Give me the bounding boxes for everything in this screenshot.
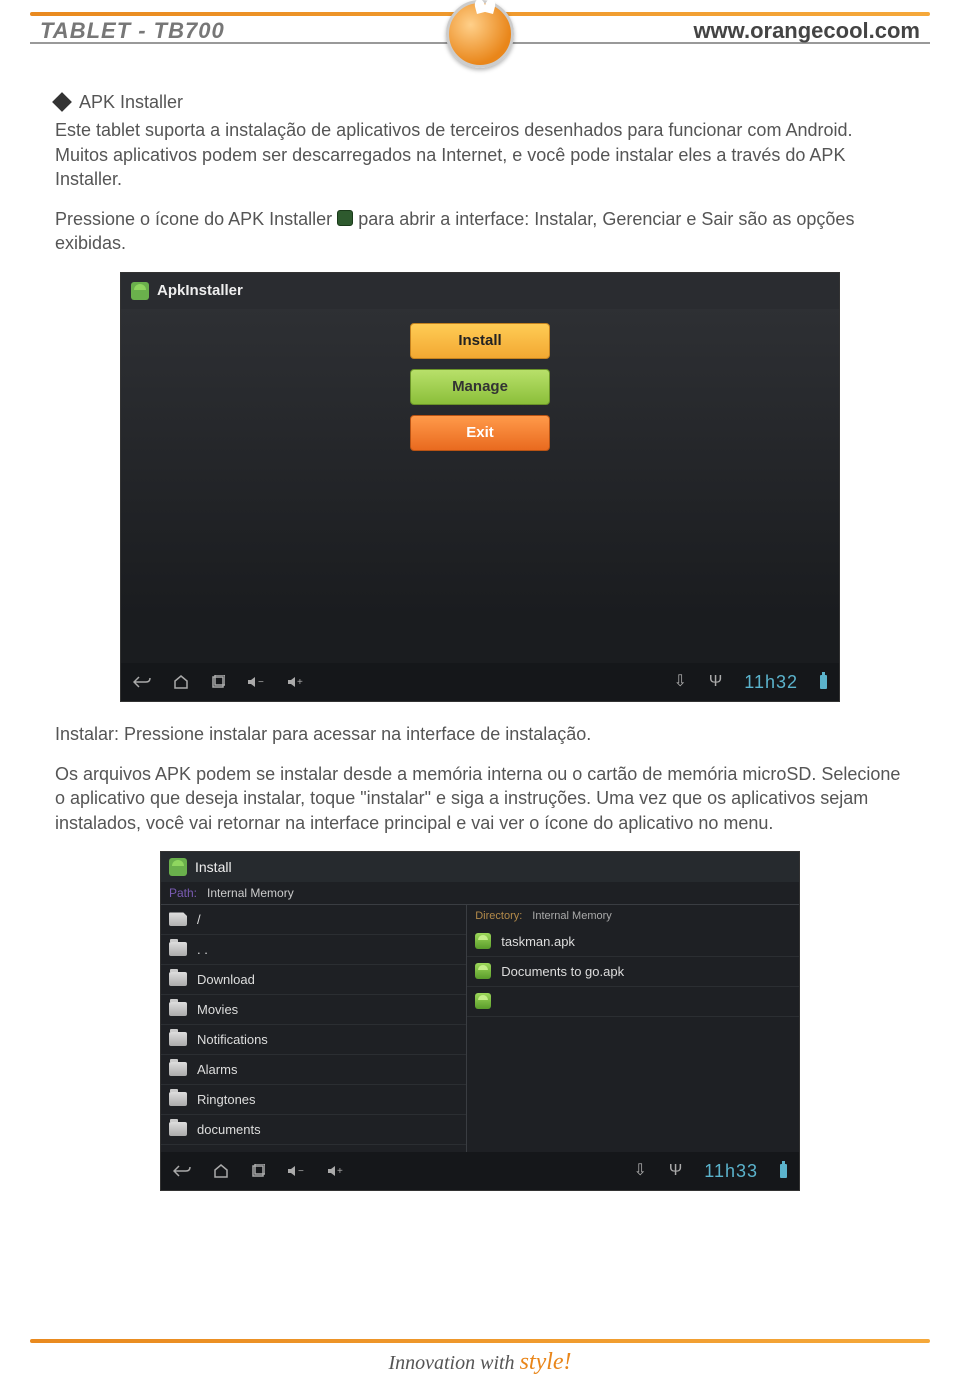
install-button[interactable]: Install: [410, 323, 550, 359]
back-icon[interactable]: [173, 1164, 191, 1178]
apk-installer-icon: [337, 210, 353, 226]
app-header: ApkInstaller: [121, 273, 839, 309]
apkinstaller-screenshot: ApkInstaller Install Manage Exit − + ⇩ Ψ…: [120, 272, 840, 702]
list-item[interactable]: Documents to go.apk: [467, 957, 799, 987]
footer-slogan: Innovation with style!: [0, 1349, 960, 1376]
android-icon: [131, 282, 149, 300]
svg-text:+: +: [337, 1166, 343, 1177]
install-header: Install: [161, 852, 799, 882]
orange-logo-icon: [446, 0, 514, 68]
svg-text:+: +: [297, 677, 303, 688]
directory-value: Internal Memory: [532, 909, 611, 924]
android-icon: [169, 858, 187, 876]
volume-up-icon[interactable]: +: [327, 1164, 345, 1178]
list-item[interactable]: taskman.apk: [467, 927, 799, 957]
footer-line: [30, 1339, 930, 1343]
volume-down-icon[interactable]: −: [247, 675, 265, 689]
list-item[interactable]: Movies: [161, 995, 466, 1025]
path-bar: Path: Internal Memory: [161, 882, 799, 904]
volume-down-icon[interactable]: −: [287, 1164, 305, 1178]
press-text-pre: Pressione o ícone do APK Installer: [55, 209, 337, 229]
home-icon[interactable]: [173, 675, 189, 689]
clock-display: 11h33: [704, 1159, 758, 1183]
website-url: www.orangecool.com: [693, 18, 920, 44]
back-icon[interactable]: [133, 675, 151, 689]
svg-text:−: −: [258, 677, 264, 688]
list-item[interactable]: Download: [161, 965, 466, 995]
battery-icon: [820, 675, 827, 689]
usb-icon: Ψ: [709, 671, 722, 693]
file-list: Directory: Internal Memory taskman.apk D…: [467, 905, 799, 1156]
usb-icon: Ψ: [669, 1160, 682, 1182]
install-title: Install: [195, 858, 232, 877]
page-footer: Innovation with style!: [0, 1339, 960, 1376]
folder-icon: [169, 1092, 187, 1106]
system-navbar: − + ⇩ Ψ 11h33: [161, 1152, 799, 1190]
document-body: APK Installer Este tablet suporta a inst…: [0, 70, 960, 1191]
folder-icon: [169, 942, 187, 956]
list-item[interactable]: Notifications: [161, 1025, 466, 1055]
directory-list: / . . Download Movies Notifications Alar…: [161, 905, 467, 1156]
apk-description: Os arquivos APK podem se instalar desde …: [55, 762, 905, 835]
download-status-icon: ⇩: [634, 1160, 647, 1182]
install-description: Instalar: Pressione instalar para acessa…: [55, 722, 905, 746]
page-header: TABLET - TB700 www.orangecool.com: [0, 6, 960, 70]
manage-button[interactable]: Manage: [410, 369, 550, 405]
volume-up-icon[interactable]: +: [287, 675, 305, 689]
sd-card-icon: [169, 912, 187, 926]
download-status-icon: ⇩: [674, 671, 687, 693]
home-icon[interactable]: [213, 1164, 229, 1178]
app-title: ApkInstaller: [157, 281, 243, 301]
apk-file-icon: [475, 993, 491, 1009]
system-navbar: − + ⇩ Ψ 11h32: [121, 663, 839, 701]
battery-icon: [780, 1164, 787, 1178]
apk-file-icon: [475, 933, 491, 949]
clock-display: 11h32: [744, 670, 798, 694]
svg-text:−: −: [298, 1166, 304, 1177]
folder-icon: [169, 1002, 187, 1016]
folder-icon: [169, 1032, 187, 1046]
product-label: TABLET - TB700: [40, 18, 225, 44]
section-title: APK Installer: [79, 90, 183, 114]
list-item[interactable]: Alarms: [161, 1055, 466, 1085]
recent-icon[interactable]: [251, 1164, 265, 1178]
install-screen-screenshot: Install Path: Internal Memory / . . Down…: [160, 851, 800, 1191]
path-value: Internal Memory: [207, 885, 294, 901]
list-item[interactable]: /: [161, 905, 466, 935]
bullet-diamond-icon: [52, 92, 72, 112]
list-item[interactable]: documents: [161, 1115, 466, 1145]
path-label: Path:: [169, 885, 197, 901]
list-item[interactable]: Ringtones: [161, 1085, 466, 1115]
exit-button[interactable]: Exit: [410, 415, 550, 451]
list-item[interactable]: [467, 987, 799, 1017]
apk-file-icon: [475, 963, 491, 979]
press-paragraph: Pressione o ícone do APK Installer para …: [55, 207, 905, 256]
directory-label: Directory:: [475, 909, 522, 924]
list-item[interactable]: . .: [161, 935, 466, 965]
folder-icon: [169, 1062, 187, 1076]
folder-icon: [169, 972, 187, 986]
folder-icon: [169, 1122, 187, 1136]
recent-icon[interactable]: [211, 675, 225, 689]
intro-paragraph: Este tablet suporta a instalação de apli…: [55, 118, 905, 191]
